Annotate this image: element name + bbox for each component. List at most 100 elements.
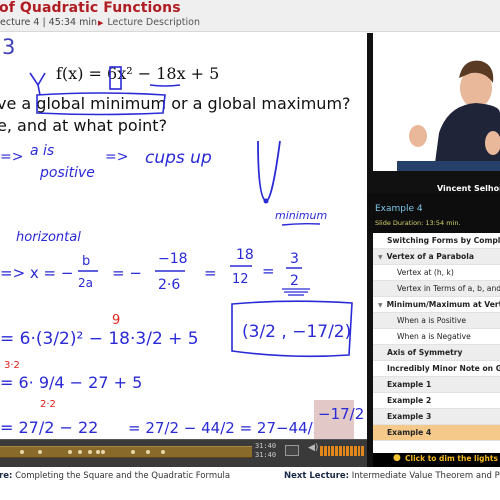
dim-lights-button[interactable]: ● Click to dim the lights: [373, 453, 500, 467]
toc-item-label: Vertex in Terms of a, b, and c Coefficie…: [397, 284, 500, 293]
hw-2a: 2a: [78, 276, 93, 290]
hw-neg18: −18: [158, 251, 188, 267]
chapter-marker[interactable]: [95, 450, 100, 454]
lecture-description-label: Lecture Description: [107, 17, 200, 28]
arrow-mark: [29, 72, 46, 96]
hw-a-is: a is: [30, 143, 54, 159]
toc-item[interactable]: Vertex in Terms of a, b, and c Coefficie…: [373, 281, 500, 297]
toc-item-label: Example 1: [387, 380, 432, 389]
volume-segment[interactable]: [323, 446, 327, 456]
hw-eq-2: =: [204, 264, 217, 282]
meta-separator: |: [39, 17, 49, 28]
dim-lights-label: Click to dim the lights: [405, 454, 498, 463]
volume-segment[interactable]: [327, 446, 331, 456]
toc-item[interactable]: Axis of Symmetry: [373, 345, 500, 361]
chapter-marker[interactable]: [131, 450, 136, 454]
lecture-meta: ecture 4 | 45:34 min: [0, 17, 97, 28]
hw-row-1: = 6·(3/2)² − 18·3/2 + 5: [0, 329, 199, 349]
hw-cups-up: cups up: [145, 148, 212, 168]
toc-item[interactable]: Example 1: [373, 377, 500, 393]
time-current: 31:40: [255, 442, 277, 450]
previous-lecture-title: Completing the Square and the Quadratic …: [15, 471, 231, 481]
previous-lecture-link[interactable]: re: Completing the Square and the Quadra…: [0, 471, 230, 481]
expand-arrow-icon[interactable]: ▼: [378, 254, 383, 261]
handwriting-layer: => a is positive => cups up minimum hori…: [0, 66, 364, 439]
toc-item[interactable]: Example 4: [373, 425, 500, 441]
hw-row-2: = 6· 9/4 − 27 + 5: [0, 373, 142, 392]
toc-item[interactable]: Example 2: [373, 393, 500, 409]
toc-item-label: Axis of Symmetry: [387, 348, 463, 357]
volume-segment[interactable]: [320, 446, 323, 456]
triangle-right-icon: ▶: [98, 19, 104, 27]
hw-red-2x2: 2·2: [40, 399, 56, 410]
chapter-marker[interactable]: [78, 450, 83, 454]
hw-2: 2: [290, 273, 299, 289]
video-player: 3 f(x) = 6x² − 18x + 5 ve a global minim…: [0, 33, 500, 467]
next-lecture-label: Next Lecture:: [284, 471, 350, 481]
volume-segment[interactable]: [338, 446, 342, 456]
hw-18: 18: [236, 247, 254, 263]
coefficient-box: [109, 66, 122, 90]
chapter-marker[interactable]: [88, 450, 93, 454]
lecture-header: of Quadratic Functions ecture 4 | 45:34 …: [0, 0, 500, 32]
toc-item-label: Vertex of a Parabola: [386, 252, 474, 261]
toc-item[interactable]: Vertex at (h, k): [373, 265, 500, 281]
progress-bar[interactable]: [0, 446, 252, 458]
volume-segment[interactable]: [331, 446, 334, 456]
global-minimum-box: [36, 92, 166, 116]
lightbulb-icon: ●: [393, 453, 401, 463]
toc-item[interactable]: Incredibly Minor Note on Grammar: [373, 361, 500, 377]
chapter-marker[interactable]: [146, 450, 151, 454]
next-lecture-link[interactable]: Next Lecture: Intermediate Value Theorem…: [284, 471, 500, 481]
volume-segment[interactable]: [361, 446, 364, 456]
volume-segment[interactable]: [342, 446, 346, 456]
lecture-number: ecture 4: [0, 17, 40, 28]
volume-segment[interactable]: [357, 446, 361, 456]
volume-segment[interactable]: [335, 446, 338, 456]
lecture-title: of Quadratic Functions: [0, 0, 181, 16]
chapter-marker[interactable]: [20, 450, 25, 454]
expand-arrow-icon[interactable]: ▼: [378, 302, 383, 309]
toc-item[interactable]: Example 3: [373, 409, 500, 425]
volume-segment[interactable]: [350, 446, 353, 456]
toc-item-label: Switching Forms by Completing the Square: [387, 236, 500, 245]
hw-vertex-point: (3/2 , −17/2): [242, 322, 351, 342]
hw-3: 3: [290, 251, 299, 267]
toc-item-label: When a is Positive: [397, 316, 467, 325]
fullscreen-button[interactable]: [285, 445, 299, 456]
volume-segment[interactable]: [353, 446, 357, 456]
presenter-image: [373, 33, 500, 193]
next-lecture-title: Intermediate Value Theorem and Polynomia…: [351, 471, 500, 481]
chapter-marker[interactable]: [161, 450, 166, 454]
chapter-marker[interactable]: [68, 450, 73, 454]
parabola-vertex-dot: [263, 198, 269, 204]
hw-arrow-1: =>: [0, 149, 23, 165]
hw-row-3a: = 27/2 − 22: [0, 418, 98, 437]
presenter-name: Vincent Selhorst-Jones: [437, 184, 500, 193]
toc-item[interactable]: When a is Negative: [373, 329, 500, 345]
hw-red-3x2: 3·2: [4, 360, 20, 371]
toc-item[interactable]: ▼ Minimum/Maximum at Vertex: [373, 297, 500, 313]
toc-item-label: When a is Negative: [397, 332, 471, 341]
lecture-description-link[interactable]: ▶ Lecture Description: [98, 17, 200, 28]
hw-x-eq: => x = −: [0, 264, 73, 282]
chapter-marker[interactable]: [37, 450, 42, 454]
presenter-video: [373, 33, 500, 193]
toc-item[interactable]: ▼ Vertex of a Parabola: [373, 249, 500, 265]
right-panel: Vincent Selhorst-Jones Example 4 Slide D…: [367, 33, 500, 467]
volume-slider[interactable]: [320, 446, 364, 456]
toc-item-label: Example 4: [387, 428, 432, 437]
hw-answer: −17/2: [318, 405, 364, 423]
toc-item[interactable]: Switching Forms by Completing the Square: [373, 233, 500, 249]
toc-item-label: Example 2: [387, 396, 432, 405]
toc-item-label: Vertex at (h, k): [397, 268, 454, 277]
chapter-marker[interactable]: [100, 450, 105, 454]
table-of-contents: Switching Forms by Completing the Square…: [373, 233, 500, 453]
hw-row-3b: = 27/2 − 44/2 = 27−44/2 =: [128, 419, 340, 437]
volume-segment[interactable]: [346, 446, 349, 456]
time-total: 31:40: [255, 451, 277, 459]
toc-item-label: Example 3: [387, 412, 432, 421]
volume-icon[interactable]: ◀): [308, 443, 318, 453]
toc-item[interactable]: When a is Positive: [373, 313, 500, 329]
parabola-sketch: [257, 140, 281, 202]
